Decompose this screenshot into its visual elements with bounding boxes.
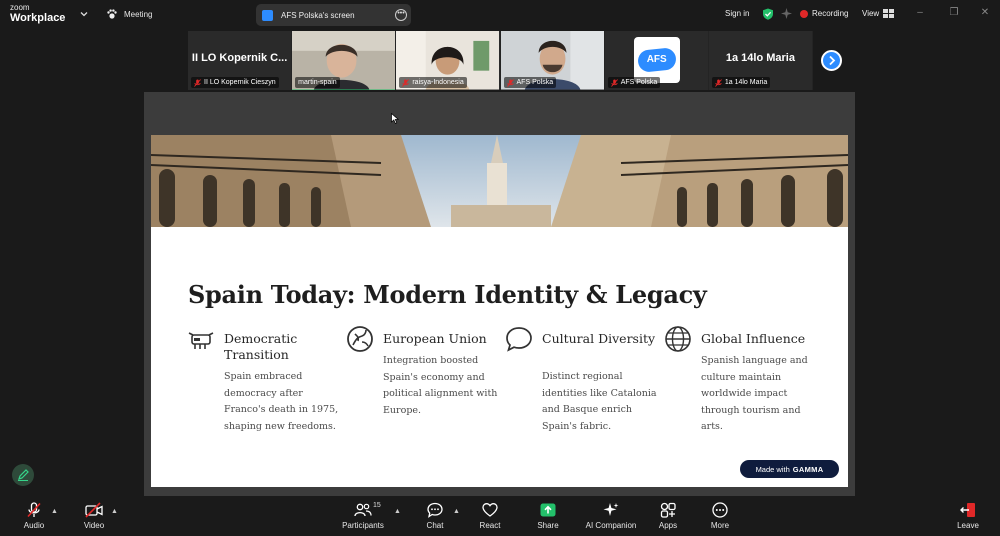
sparkle-icon	[603, 503, 619, 516]
top-bar: zoom Workplace Meeting AFS Polska's scre…	[0, 0, 1000, 30]
view-button[interactable]: View	[862, 9, 895, 18]
heart-icon	[482, 503, 498, 517]
restore-icon[interactable]: ❐	[948, 8, 960, 20]
column-body: Spanish language and culture maintain wo…	[701, 355, 808, 433]
participants-options-caret[interactable]: ▲	[394, 508, 401, 515]
meeting-toolbar: Audio ▲ Video ▲ Participants 15 ▲ Chat ▲…	[0, 498, 1000, 536]
audio-options-caret[interactable]: ▲	[51, 508, 58, 515]
participant-tile[interactable]: AFS AFS Polska	[604, 31, 708, 90]
mic-muted-icon	[610, 78, 618, 87]
minimize-icon[interactable]: –	[914, 8, 926, 20]
participant-name-tag: raisya-Indonesia	[399, 77, 467, 88]
react-button[interactable]: React	[478, 502, 502, 530]
chat-icon	[427, 502, 443, 518]
more-options-icon[interactable]: •••	[395, 9, 407, 21]
participant-strip: II LO Kopernik C... II LO Kopernik Ciesz…	[188, 31, 813, 90]
mic-muted-icon	[402, 78, 410, 87]
participant-count: 15	[373, 502, 381, 509]
leave-door-icon	[960, 503, 975, 517]
chevron-down-icon[interactable]	[78, 8, 90, 20]
screen-share-icon	[262, 9, 273, 21]
video-button[interactable]: Video	[80, 502, 108, 530]
leave-button[interactable]: Leave	[955, 502, 981, 530]
street-banner-image	[151, 135, 848, 227]
share-button[interactable]: Share	[536, 502, 560, 530]
meeting-info-button[interactable]: Meeting	[106, 8, 152, 20]
mic-muted-icon	[714, 78, 722, 87]
column-body: Spain embraced democracy after Franco's …	[224, 371, 339, 432]
apps-button[interactable]: Apps	[656, 502, 680, 530]
presentation-slide: Spain Today: Modern Identity & Legacy De…	[151, 135, 848, 487]
participants-button[interactable]: Participants 15	[340, 502, 386, 530]
record-dot-icon	[800, 9, 808, 18]
bull-icon	[188, 332, 214, 349]
grid-view-icon	[883, 9, 895, 18]
sign-in-link[interactable]: Sign in	[725, 9, 749, 18]
chevron-right-icon	[829, 55, 836, 66]
participant-name-tag: 1a 14lo Maria	[711, 77, 771, 88]
view-label: View	[862, 9, 880, 18]
video-off-icon	[85, 502, 103, 518]
recording-label: Recording	[812, 9, 849, 18]
pencil-icon	[18, 469, 29, 481]
column-body: Integration boosted Spain's economy and …	[383, 355, 498, 416]
participant-tile[interactable]: II LO Kopernik C... II LO Kopernik Ciesz…	[188, 31, 292, 90]
participant-tile[interactable]: martin-spain	[292, 31, 396, 90]
column-heading: Cultural Diversity	[542, 331, 656, 346]
more-icon	[712, 502, 728, 518]
annotate-button[interactable]	[12, 464, 34, 486]
participant-name-tag: martin-spain	[295, 77, 340, 88]
more-button[interactable]: More	[708, 502, 732, 530]
globe-icon	[665, 326, 691, 352]
next-page-button[interactable]	[821, 50, 842, 71]
share-screen-icon	[540, 503, 556, 517]
close-icon[interactable]: ✕	[979, 8, 991, 20]
sparkle-icon[interactable]	[781, 8, 792, 19]
slide-title: Spain Today: Modern Identity & Legacy	[188, 280, 707, 309]
mic-muted-icon	[27, 502, 41, 518]
chat-options-caret[interactable]: ▲	[453, 508, 460, 515]
column-heading: Democratic Transition	[224, 331, 298, 362]
meeting-label: Meeting	[124, 9, 153, 19]
column-heading: European Union	[383, 331, 487, 346]
speech-bubble-icon	[506, 327, 532, 352]
apps-icon	[660, 502, 676, 518]
participant-tile[interactable]: 1a 14lo Maria 1a 14lo Maria	[708, 31, 813, 90]
paw-icon	[107, 9, 117, 19]
mouse-cursor-icon	[391, 113, 399, 124]
made-with-gamma-badge[interactable]: Made with GAMMA	[740, 460, 839, 478]
screen-share-indicator[interactable]: AFS Polska's screen •••	[256, 4, 411, 26]
zoom-logo: zoom Workplace	[10, 3, 66, 24]
screen-share-label: AFS Polska's screen	[281, 10, 355, 20]
participant-name-tag: II LO Kopernik Cieszyn	[191, 77, 279, 88]
mic-muted-icon	[194, 78, 201, 87]
participant-tile[interactable]: AFS Polska	[500, 31, 604, 90]
people-icon	[354, 503, 372, 517]
participant-name-tag: AFS Polska	[607, 77, 661, 88]
video-options-caret[interactable]: ▲	[111, 508, 118, 515]
chat-button[interactable]: Chat	[424, 502, 446, 530]
recording-indicator[interactable]: Recording	[800, 9, 848, 18]
column-body: Distinct regional identities like Catalo…	[542, 371, 657, 432]
audio-button[interactable]: Audio	[20, 502, 48, 530]
participant-tile[interactable]: raisya-Indonesia	[396, 31, 500, 90]
mic-muted-icon	[506, 78, 514, 87]
ai-companion-button[interactable]: AI Companion	[584, 502, 638, 530]
column-heading: Global Influence	[701, 331, 806, 346]
europe-icon	[347, 326, 373, 352]
participant-name-tag: AFS Polska	[503, 77, 557, 88]
shield-check-icon[interactable]	[762, 8, 774, 20]
